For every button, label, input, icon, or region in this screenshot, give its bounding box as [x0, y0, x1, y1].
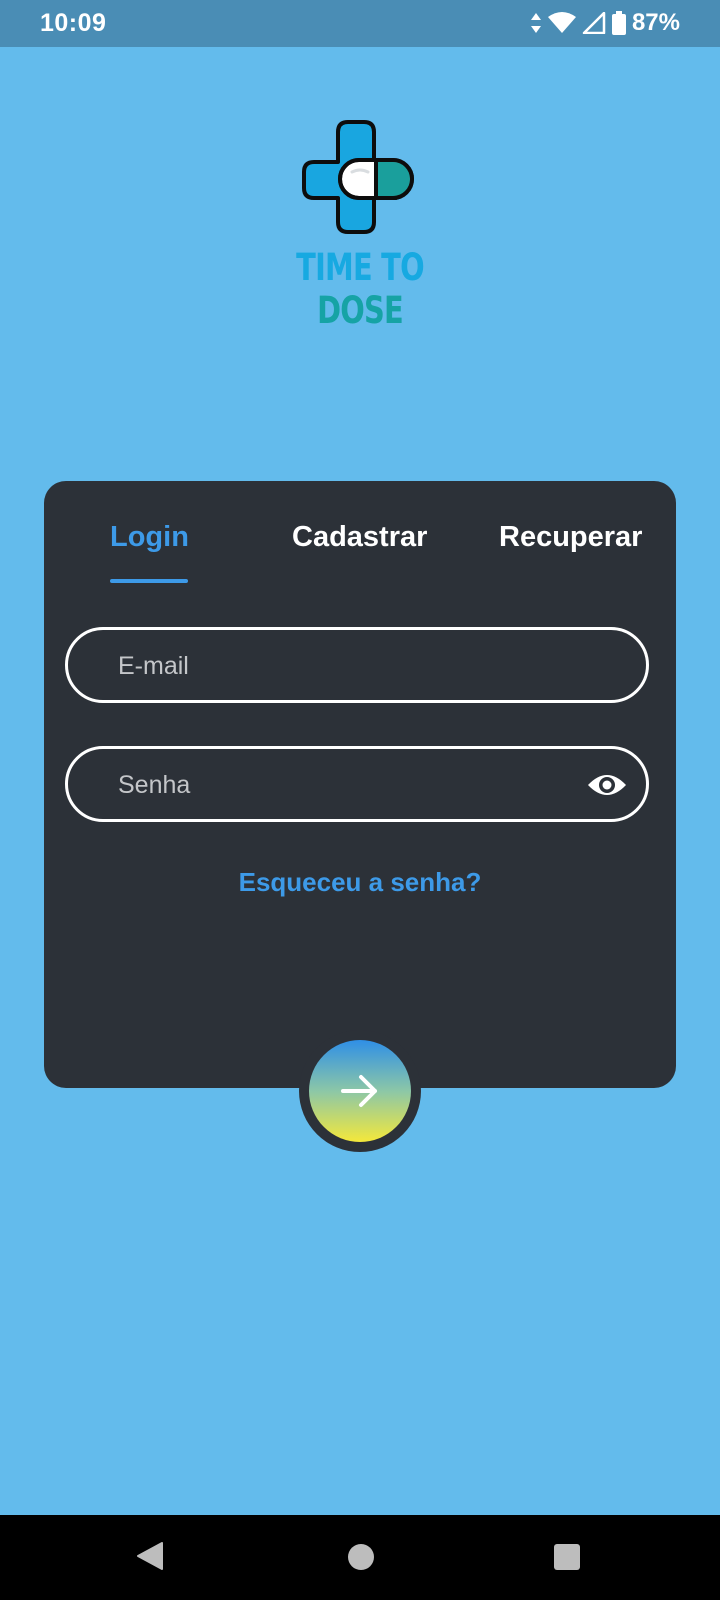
status-icons: 87%	[530, 8, 680, 38]
home-icon[interactable]	[348, 1544, 374, 1570]
recents-icon[interactable]	[554, 1544, 580, 1570]
tab-login[interactable]: Login	[110, 521, 189, 554]
password-input[interactable]	[116, 749, 590, 821]
battery-icon	[611, 11, 626, 35]
email-field	[65, 627, 649, 703]
submit-ring	[299, 1030, 421, 1152]
forgot-password-link[interactable]: Esqueceu a senha?	[44, 867, 676, 898]
email-input[interactable]	[116, 630, 590, 702]
tab-recuperar[interactable]: Recuperar	[499, 521, 642, 554]
logo-text: TIME TO DOSE	[282, 246, 438, 332]
wifi-icon	[547, 12, 576, 33]
arrow-right-icon	[341, 1075, 377, 1107]
status-time: 10:09	[40, 9, 107, 37]
tab-cadastrar[interactable]: Cadastrar	[292, 521, 427, 554]
password-field	[65, 746, 649, 822]
status-bar: 10:09 87%	[0, 0, 720, 47]
signal-icon	[582, 12, 606, 34]
active-tab-indicator	[110, 579, 188, 583]
logo-word-1: TIME TO	[296, 246, 424, 289]
app-logo: TIME TO DOSE	[260, 118, 460, 332]
auth-card: Login Cadastrar Recuperar Esqueceu a sen…	[44, 481, 676, 1088]
back-icon[interactable]	[136, 1541, 164, 1571]
data-arrows-icon	[530, 13, 541, 33]
submit-button[interactable]	[309, 1040, 411, 1142]
eye-icon[interactable]	[586, 769, 628, 801]
logo-word-2: DOSE	[317, 289, 404, 332]
system-nav-bar	[0, 1515, 720, 1600]
medical-cross-pill-icon	[302, 120, 414, 234]
battery-percent: 87%	[631, 9, 680, 36]
